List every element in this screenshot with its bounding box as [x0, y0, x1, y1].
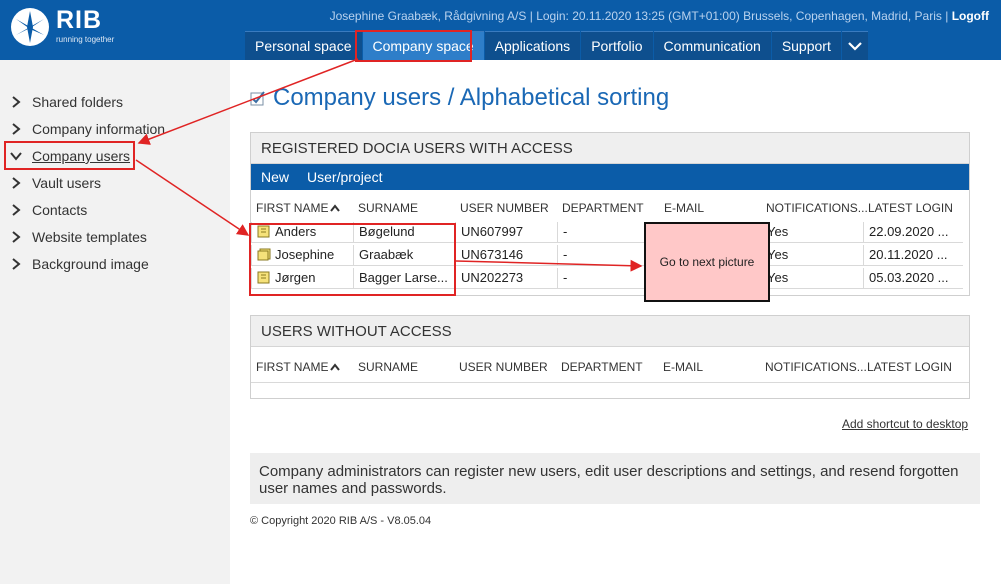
new-button[interactable]: New	[261, 169, 289, 185]
checkbox-icon[interactable]	[250, 90, 266, 106]
table-divider	[251, 382, 969, 383]
col-user-number[interactable]: USER NUMBER	[459, 355, 548, 379]
col-surname[interactable]: SURNAME	[358, 355, 418, 379]
user-project-button[interactable]: User/project	[307, 169, 382, 185]
rib-logo[interactable]: RIB running together	[10, 7, 114, 47]
brand-tagline: running together	[56, 35, 115, 44]
highlight-company-users	[4, 141, 135, 170]
col-first-name[interactable]: FIRST NAME	[256, 196, 341, 220]
top-navigation: Personal space Company space Application…	[245, 31, 869, 60]
info-box: Company administrators can register new …	[250, 453, 980, 504]
cell-notifications: Yes	[761, 268, 863, 289]
cell-notifications: Yes	[761, 245, 863, 266]
sidebar-item-background-image[interactable]: Background image	[10, 254, 149, 274]
highlight-users-list	[249, 223, 456, 296]
sort-ascending-icon	[330, 204, 341, 212]
page-title: Company users / Alphabetical sorting	[250, 84, 669, 112]
chevron-right-icon	[12, 231, 21, 243]
col-notifications[interactable]: NOTIFICATIONS...	[765, 355, 867, 379]
col-notifications[interactable]: NOTIFICATIONS...	[766, 196, 868, 220]
chevron-down-icon	[848, 42, 862, 51]
registered-users-heading: REGISTERED DOCIA USERS WITH ACCESS	[251, 133, 969, 164]
col-label: FIRST NAME	[256, 360, 329, 374]
tab-applications[interactable]: Applications	[484, 31, 581, 60]
rib-logo-icon	[11, 8, 49, 46]
cell-user-number: UN607997	[455, 222, 557, 243]
tab-personal-space[interactable]: Personal space	[245, 31, 362, 60]
sidebar-item-label: Background image	[32, 256, 149, 272]
page-title-text: Company users / Alphabetical sorting	[273, 84, 670, 111]
users-without-access-heading: USERS WITHOUT ACCESS	[251, 316, 969, 347]
col-user-number[interactable]: USER NUMBER	[460, 196, 549, 220]
cell-latest-login: 22.09.2020 ...	[863, 222, 963, 243]
sidebar-item-label: Contacts	[32, 202, 88, 218]
sidebar-item-company-information[interactable]: Company information	[10, 119, 165, 139]
copyright: © Copyright 2020 RIB A/S - V8.05.04	[250, 515, 432, 527]
callout-next-picture: Go to next picture	[644, 222, 770, 302]
userbar-separator: |	[945, 9, 949, 23]
col-latest-login[interactable]: LATEST LOGIN	[868, 196, 953, 220]
userbar-separator: |	[529, 9, 533, 23]
sidebar-item-label: Shared folders	[32, 94, 124, 110]
login-info: Login: 20.11.2020 13:25 (GMT+01:00) Brus…	[536, 9, 942, 23]
more-menu-button[interactable]	[841, 31, 868, 60]
cell-user-number: UN673146	[455, 245, 557, 266]
chevron-right-icon	[12, 96, 21, 108]
user-bar: Josephine Graabæk, Rådgivning A/S | Logi…	[330, 9, 989, 23]
users-toolbar: New User/project	[251, 164, 969, 190]
sidebar-item-label: Vault users	[32, 175, 101, 191]
brand-name: RIB	[56, 6, 103, 34]
col-email[interactable]: E-MAIL	[663, 355, 703, 379]
sidebar-item-label: Company information	[32, 121, 166, 137]
highlight-company-space	[355, 30, 472, 62]
add-shortcut-link[interactable]: Add shortcut to desktop	[842, 417, 968, 431]
sidebar-item-website-templates[interactable]: Website templates	[10, 227, 147, 247]
sidebar-item-label: Website templates	[32, 229, 147, 245]
tab-communication[interactable]: Communication	[653, 31, 771, 60]
tab-support[interactable]: Support	[771, 31, 841, 60]
chevron-right-icon	[12, 258, 21, 270]
sort-ascending-icon	[330, 363, 341, 371]
col-first-name[interactable]: FIRST NAME	[256, 355, 341, 379]
cell-latest-login: 05.03.2020 ...	[863, 268, 963, 289]
col-department[interactable]: DEPARTMENT	[562, 196, 644, 220]
registered-table-header: FIRST NAME SURNAME USER NUMBER DEPARTMEN…	[251, 196, 969, 220]
col-surname[interactable]: SURNAME	[358, 196, 418, 220]
sidebar-item-shared-folders[interactable]: Shared folders	[10, 92, 123, 112]
app-header: RIB running together Josephine Graabæk, …	[0, 0, 1001, 60]
chevron-right-icon	[12, 204, 21, 216]
col-label: FIRST NAME	[256, 201, 329, 215]
without-table-header: FIRST NAME SURNAME USER NUMBER DEPARTMEN…	[251, 355, 969, 379]
tab-portfolio[interactable]: Portfolio	[581, 31, 653, 60]
chevron-right-icon	[12, 177, 21, 189]
cell-notifications: Yes	[761, 222, 863, 243]
sidebar: Shared folders Company information Compa…	[0, 60, 230, 584]
logoff-link[interactable]: Logoff	[952, 9, 989, 23]
sidebar-item-contacts[interactable]: Contacts	[10, 200, 87, 220]
col-latest-login[interactable]: LATEST LOGIN	[867, 355, 952, 379]
col-department[interactable]: DEPARTMENT	[561, 355, 643, 379]
current-user: Josephine Graabæk, Rådgivning A/S	[329, 9, 527, 23]
cell-user-number: UN202273	[455, 268, 557, 289]
chevron-right-icon	[12, 123, 21, 135]
cell-latest-login: 20.11.2020 ...	[863, 245, 963, 266]
users-without-access-panel: USERS WITHOUT ACCESS FIRST NAME SURNAME …	[250, 315, 970, 399]
col-email[interactable]: E-MAIL	[664, 196, 704, 220]
sidebar-item-vault-users[interactable]: Vault users	[10, 173, 101, 193]
